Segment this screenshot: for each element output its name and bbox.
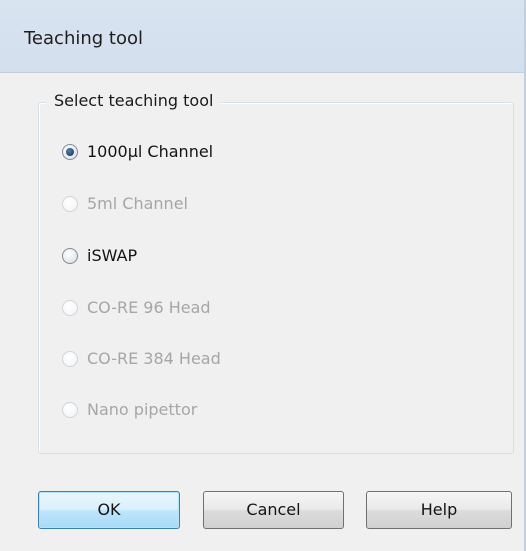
radio-label: iSWAP [87,246,138,265]
radio-button-icon [62,300,78,316]
radio-label: Nano pipettor [87,400,198,419]
ok-button[interactable]: OK [38,491,180,529]
radio-option-core-384-head: CO-RE 384 Head [62,346,221,372]
radio-button-icon [62,402,78,418]
teaching-tool-dialog: Teaching tool Select teaching tool 1000µ… [0,0,526,551]
radio-option-nano-pipettor: Nano pipettor [62,397,197,423]
radio-option-1000ul-channel[interactable]: 1000µl Channel [62,139,213,165]
cancel-button[interactable]: Cancel [203,491,344,529]
window-title: Teaching tool [24,28,143,49]
radio-button-icon [62,196,78,212]
radio-option-iswap[interactable]: iSWAP [62,243,137,269]
radio-button-icon[interactable] [62,248,78,264]
groupbox-legend: Select teaching tool [46,89,222,113]
radio-option-core-96-head: CO-RE 96 Head [62,295,211,321]
radio-button-icon [62,351,78,367]
radio-label: 1000µl Channel [87,142,214,161]
radio-label: CO-RE 384 Head [87,349,221,368]
radio-button-selected-icon[interactable] [62,144,78,160]
title-bar[interactable]: Teaching tool [0,0,526,73]
radio-label: CO-RE 96 Head [87,298,211,317]
help-button[interactable]: Help [366,491,512,529]
radio-option-5ml-channel: 5ml Channel [62,191,188,217]
radio-label: 5ml Channel [87,194,188,213]
